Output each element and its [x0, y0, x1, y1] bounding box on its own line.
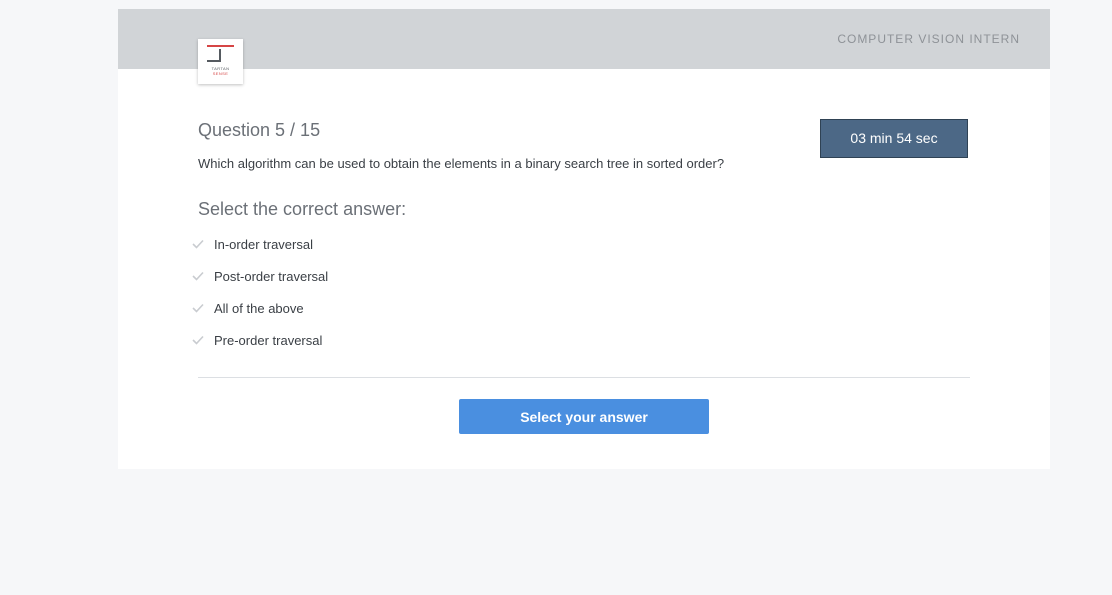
position-title: COMPUTER VISION INTERN: [837, 32, 1020, 46]
question-counter: Question 5 / 15: [198, 120, 321, 140]
question-text: Which algorithm can be used to obtain th…: [198, 156, 725, 171]
select-answer-button[interactable]: Select your answer: [459, 399, 709, 434]
check-icon: [192, 271, 204, 281]
divider: [198, 377, 970, 378]
answer-option-label: All of the above: [214, 301, 304, 316]
check-icon: [192, 303, 204, 313]
check-icon: [192, 239, 204, 249]
logo-text-line2: SENSE: [212, 71, 229, 76]
answer-option-label: In-order traversal: [214, 237, 313, 252]
answer-prompt: Select the correct answer:: [198, 199, 407, 219]
quiz-card: COMPUTER VISION INTERN TARTAN SENSE Ques…: [118, 9, 1050, 469]
answer-option-label: Post-order traversal: [214, 269, 329, 284]
logo-bar-mark: [207, 45, 234, 47]
company-logo: TARTAN SENSE: [198, 39, 243, 84]
header-bar: COMPUTER VISION INTERN: [118, 9, 1050, 69]
answer-option-label: Pre-order traversal: [214, 333, 323, 348]
logo-hook-mark: [207, 60, 221, 62]
countdown-timer: 03 min 54 sec: [820, 119, 968, 158]
check-icon: [192, 335, 204, 345]
